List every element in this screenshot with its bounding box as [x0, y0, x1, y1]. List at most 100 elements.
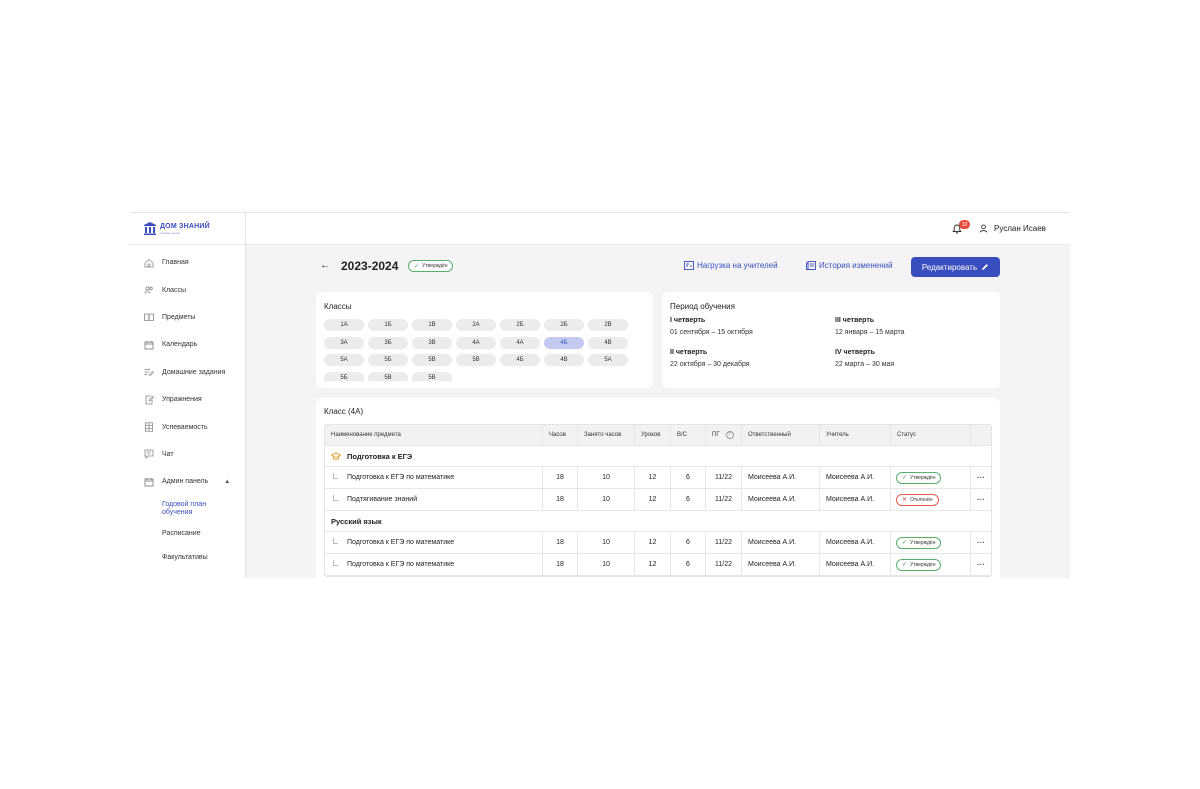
column-header-label: Занято часов	[584, 432, 622, 438]
history-button[interactable]: История изменений	[806, 261, 893, 270]
sidebar-item-chat[interactable]: Чат	[130, 441, 245, 468]
sidebar-item-admin[interactable]: Админ панель ▲	[130, 468, 245, 495]
hours-cell: 18	[543, 554, 578, 575]
brand-tagline: онлайн-школа	[160, 230, 180, 235]
table-group-row[interactable]: Русский язык	[325, 511, 991, 532]
chevron-up-icon[interactable]: ▲	[224, 479, 230, 485]
more-icon[interactable]: ···	[977, 538, 985, 547]
brand-logo[interactable]: ДОМ ЗНАНИЙ онлайн-школа	[130, 213, 245, 245]
class-chip[interactable]: 5Б	[368, 354, 408, 366]
edit-button[interactable]: Редактировать	[911, 257, 1000, 277]
sidebar-item-subjects[interactable]: Предметы	[130, 304, 245, 331]
sidebar-item-exercises[interactable]: Упражнения	[130, 386, 245, 413]
check-icon: ✓	[902, 540, 908, 546]
subject-name-text: Подготовка к ЕГЭ по математике	[347, 561, 455, 568]
class-chip[interactable]: 2Б	[544, 319, 584, 331]
table-row[interactable]: Подготовка к ЕГЭ по математике 18 10 12 6 11/…	[325, 554, 991, 576]
quarter-name: IV четверть	[835, 349, 875, 356]
class-chip[interactable]: 2В	[588, 319, 628, 331]
quarter-dates: 22 октября – 30 декабря	[670, 361, 750, 368]
notification-badge: 10	[959, 220, 970, 229]
vs-cell-text: 6	[686, 539, 690, 546]
class-chip[interactable]: 4А	[500, 336, 540, 349]
class-chip[interactable]: 4Б	[544, 336, 584, 349]
status-label: Утверждён	[910, 561, 936, 568]
lessons-cell: 12	[635, 489, 671, 510]
teacher-load-label: Нагрузка на учителей	[697, 261, 778, 270]
more-icon[interactable]: ···	[977, 560, 985, 569]
subject-name: Подтягивание знаний	[325, 489, 543, 510]
sidebar-item-label: Упражнения	[162, 396, 202, 404]
row-actions[interactable]: ···	[971, 554, 991, 575]
column-header-label: В/С	[677, 432, 688, 438]
sidebar-item-calendar[interactable]: Календарь	[130, 331, 245, 358]
used-hours-cell: 10	[578, 489, 635, 510]
used-hours-cell: 10	[578, 532, 635, 553]
class-chip[interactable]: 2А	[456, 319, 496, 331]
table-row[interactable]: Подтягивание знаний 18 10 12 6 11/22 Моисеева …	[325, 489, 991, 511]
help-icon[interactable]: ?	[725, 431, 734, 439]
row-actions[interactable]: ···	[971, 467, 991, 488]
table-row[interactable]: Подготовка к ЕГЭ по математике 18 10 12 6 11/…	[325, 467, 991, 489]
row-actions[interactable]: ···	[971, 489, 991, 510]
quarter-block: III четверть 12 января – 15 марта	[835, 317, 905, 336]
sidebar-nav: Главная Классы Предметы Календарь Домашние з…	[130, 245, 245, 570]
sidebar-item-classes[interactable]: Классы	[130, 276, 245, 303]
sidebar-subitem-annual-plan[interactable]: Годовой план обучения	[130, 496, 245, 522]
class-chip[interactable]: 5В	[456, 354, 496, 366]
edit-icon	[145, 395, 154, 405]
class-chip[interactable]: 1Б	[368, 319, 408, 331]
more-icon[interactable]: ···	[977, 473, 985, 482]
class-chip[interactable]: 1В	[412, 319, 452, 331]
responsible-cell: Моисеева А.И.	[742, 532, 820, 553]
used-hours-cell-text: 10	[602, 561, 610, 568]
sidebar-item-label: Классы	[162, 286, 187, 294]
status-badge: ✓ Утверждён	[896, 536, 942, 549]
lessons-cell-text: 12	[648, 561, 657, 568]
status-cell: ✓ Утверждён	[891, 532, 971, 553]
quarter-dates: 12 января – 15 марта	[835, 329, 905, 336]
back-arrow-icon[interactable]: ←	[320, 260, 330, 271]
status-cell: ✓ Утверждён	[891, 467, 971, 488]
user-menu[interactable]: Руслан Исаев	[979, 224, 1046, 233]
used-hours-cell: 10	[578, 554, 635, 575]
class-chip[interactable]: 1А	[324, 319, 364, 331]
class-chip[interactable]: 5В	[412, 354, 452, 366]
class-chip[interactable]: 3Б	[368, 336, 408, 349]
class-chip[interactable]: 4В	[588, 336, 628, 349]
class-chip[interactable]: 5В	[412, 371, 452, 381]
class-chip[interactable]: 4А	[456, 336, 496, 349]
teacher-load-button[interactable]: Нагрузка на учителей	[684, 261, 778, 270]
class-chip[interactable]: 4В	[544, 354, 584, 366]
sidebar-item-home[interactable]: Главная	[130, 249, 245, 276]
more-icon[interactable]: ···	[977, 495, 985, 504]
class-chip[interactable]: 2Б	[500, 319, 540, 331]
calendar-icon	[144, 477, 154, 487]
class-chip[interactable]: 4Б	[500, 354, 540, 366]
class-chip[interactable]: 5А	[588, 354, 628, 366]
class-chip[interactable]: 5Б	[324, 371, 364, 381]
table-row[interactable]: Подготовка к ЕГЭ по математике 18 10 12 6 11/…	[325, 532, 991, 554]
hours-cell: 18	[543, 489, 578, 510]
responsible-cell-text: Моисеева А.И.	[748, 561, 797, 568]
sidebar-subitem-schedule[interactable]: Расписание	[130, 522, 245, 546]
row-actions[interactable]: ···	[971, 532, 991, 553]
class-chip[interactable]: 5В	[368, 371, 408, 381]
sidebar-subitem-electives[interactable]: Факультативы	[130, 546, 245, 570]
lessons-cell: 12	[635, 467, 671, 488]
sidebar-item-homework[interactable]: Домашние задания	[130, 359, 245, 386]
used-hours-cell-text: 10	[602, 474, 610, 481]
class-chip[interactable]: 3В	[412, 336, 452, 349]
status-badge: ✓ Утверждён	[896, 558, 942, 571]
subject-name-text: Подготовка к ЕГЭ по математике	[347, 474, 455, 481]
hours-cell: 18	[543, 467, 578, 488]
vs-cell: 6	[671, 554, 706, 575]
table-group-row[interactable]: Подготовка к ЕГЭ	[325, 446, 991, 467]
vs-cell-text: 6	[686, 561, 690, 568]
sidebar-item-grades[interactable]: Успеваемость	[130, 413, 245, 440]
book-icon	[144, 314, 154, 322]
quarter-block: IV четверть 22 марта – 30 мая	[835, 349, 894, 368]
class-chip[interactable]: 3А	[324, 336, 364, 349]
period-title: Период обучения	[670, 302, 735, 311]
class-chip[interactable]: 5А	[324, 354, 364, 366]
